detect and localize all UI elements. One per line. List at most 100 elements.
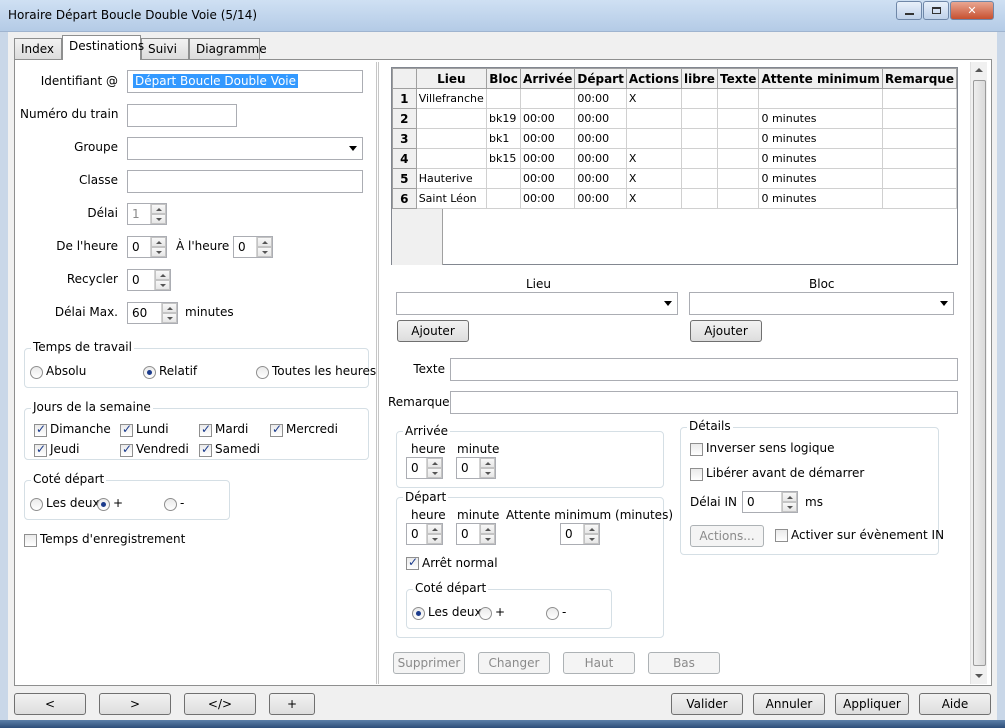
appliquer-button[interactable]: Appliquer bbox=[835, 693, 909, 715]
column-header[interactable]: Remarque bbox=[881, 68, 958, 89]
spin-down-icon[interactable] bbox=[162, 313, 177, 323]
cell-depart[interactable]: 00:00 bbox=[574, 108, 627, 129]
panel-splitter[interactable] bbox=[376, 62, 379, 684]
cell-libre[interactable] bbox=[681, 168, 718, 189]
checkbox-activer-evenement[interactable] bbox=[775, 529, 788, 542]
spin-down-icon[interactable] bbox=[427, 534, 442, 544]
cell-remarque[interactable] bbox=[881, 168, 958, 189]
close-button[interactable]: ✕ bbox=[950, 1, 994, 20]
vertical-scrollbar[interactable] bbox=[970, 62, 987, 684]
cell-texte[interactable] bbox=[716, 88, 760, 109]
arrivee-heure-spinner[interactable]: 0 bbox=[406, 457, 443, 479]
de-heure-spinner[interactable]: 0 bbox=[127, 236, 167, 258]
spin-down-icon[interactable] bbox=[584, 534, 599, 544]
cell-bloc[interactable] bbox=[486, 168, 522, 189]
row-number[interactable]: 3 bbox=[392, 128, 417, 149]
checkbox-jeudi[interactable] bbox=[34, 442, 47, 457]
checkbox-vendredi[interactable] bbox=[120, 442, 133, 457]
xml-button[interactable]: </> bbox=[184, 693, 256, 715]
depart-minute-spinner[interactable]: 0 bbox=[456, 523, 496, 545]
cell-attente[interactable]: 0 minutes bbox=[758, 168, 883, 189]
cell-depart[interactable]: 00:00 bbox=[574, 148, 627, 169]
classe-field[interactable] bbox=[127, 170, 363, 193]
cell-texte[interactable] bbox=[716, 128, 760, 149]
column-header[interactable]: Lieu bbox=[415, 68, 488, 89]
checkbox-mercredi[interactable] bbox=[270, 422, 283, 437]
row-number[interactable]: 4 bbox=[392, 148, 417, 169]
actions-button[interactable]: Actions... bbox=[690, 525, 764, 547]
recycler-spinner[interactable]: 0 bbox=[127, 269, 171, 291]
delai-max-spinner[interactable]: 60 bbox=[127, 302, 178, 324]
cell-attente[interactable] bbox=[758, 88, 883, 109]
cell-depart[interactable]: 00:00 bbox=[574, 188, 627, 209]
radio-toutes-heures[interactable] bbox=[256, 366, 269, 379]
remarque-field[interactable] bbox=[450, 391, 958, 414]
row-number[interactable]: 1 bbox=[392, 88, 417, 109]
spin-down-icon[interactable] bbox=[427, 468, 442, 478]
scroll-down-icon[interactable] bbox=[975, 674, 983, 678]
spin-down-icon[interactable] bbox=[155, 280, 170, 290]
cell-remarque[interactable] bbox=[881, 128, 958, 149]
radio-relatif[interactable] bbox=[143, 366, 156, 379]
numero-train-field[interactable] bbox=[127, 104, 237, 127]
cell-libre[interactable] bbox=[681, 88, 718, 109]
column-header[interactable]: Départ bbox=[574, 68, 627, 89]
cell-arrivee[interactable]: 00:00 bbox=[520, 108, 576, 129]
cell-remarque[interactable] bbox=[881, 88, 958, 109]
cell-remarque[interactable] bbox=[881, 188, 958, 209]
cell-arrivee[interactable]: 00:00 bbox=[520, 188, 576, 209]
spin-down-icon[interactable] bbox=[151, 214, 166, 224]
cell-lieu[interactable] bbox=[415, 148, 488, 169]
add-bloc-button[interactable]: Ajouter bbox=[690, 320, 762, 342]
cell-arrivee[interactable]: 00:00 bbox=[520, 148, 576, 169]
table-row[interactable]: 1 Villefranche 00:00 X bbox=[392, 88, 958, 109]
spin-up-icon[interactable] bbox=[480, 458, 495, 468]
cell-libre[interactable] bbox=[681, 148, 718, 169]
radio-les-deux[interactable] bbox=[30, 498, 43, 511]
lieu-dropdown[interactable] bbox=[396, 292, 678, 315]
cell-lieu[interactable]: Hauterive bbox=[415, 168, 488, 189]
row-number[interactable]: 2 bbox=[392, 108, 417, 129]
cell-bloc[interactable] bbox=[486, 88, 522, 109]
haut-button[interactable]: Haut bbox=[563, 652, 635, 674]
spin-up-icon[interactable] bbox=[480, 524, 495, 534]
previous-button[interactable]: < bbox=[14, 693, 86, 715]
cell-bloc[interactable]: bk15 bbox=[486, 148, 522, 169]
column-header[interactable]: Attente minimum bbox=[758, 68, 883, 89]
cell-libre[interactable] bbox=[681, 128, 718, 149]
cell-actions[interactable]: X bbox=[625, 188, 683, 209]
spin-down-icon[interactable] bbox=[480, 534, 495, 544]
checkbox-liberer-avant[interactable] bbox=[690, 468, 703, 481]
add-button[interactable]: + bbox=[269, 693, 315, 715]
tab-diagramme[interactable]: Diagramme bbox=[189, 38, 267, 59]
add-lieu-button[interactable]: Ajouter bbox=[397, 320, 469, 342]
bloc-dropdown[interactable] bbox=[689, 292, 954, 315]
spin-up-icon[interactable] bbox=[782, 492, 797, 502]
radio-absolu[interactable] bbox=[30, 366, 43, 379]
next-button[interactable]: > bbox=[99, 693, 171, 715]
checkbox-dimanche[interactable] bbox=[34, 422, 47, 437]
cell-attente[interactable]: 0 minutes bbox=[758, 188, 883, 209]
checkbox-lundi[interactable] bbox=[120, 422, 133, 437]
column-header[interactable]: Texte bbox=[716, 68, 760, 89]
changer-button[interactable]: Changer bbox=[478, 652, 550, 674]
cell-actions[interactable]: X bbox=[625, 88, 683, 109]
cell-attente[interactable]: 0 minutes bbox=[758, 148, 883, 169]
spin-up-icon[interactable] bbox=[427, 458, 442, 468]
tab-suivi[interactable]: Suivi bbox=[141, 38, 189, 59]
destinations-table[interactable]: Lieu Bloc Arrivée Départ Actions libre T… bbox=[391, 67, 958, 265]
column-header[interactable]: Actions bbox=[625, 68, 683, 89]
cell-depart[interactable]: 00:00 bbox=[574, 88, 627, 109]
checkbox-arret-normal[interactable] bbox=[406, 555, 419, 570]
cell-lieu[interactable]: Villefranche bbox=[415, 88, 488, 109]
table-row[interactable]: 6 Saint Léon 00:00 00:00 X 0 minutes bbox=[392, 188, 958, 209]
scroll-thumb[interactable] bbox=[973, 80, 986, 666]
cell-arrivee[interactable] bbox=[520, 88, 576, 109]
tab-index[interactable]: Index bbox=[14, 38, 62, 59]
row-number[interactable]: 5 bbox=[392, 168, 417, 189]
radio-plus[interactable] bbox=[97, 498, 110, 511]
cell-attente[interactable]: 0 minutes bbox=[758, 108, 883, 129]
checkbox-inverser-sens[interactable] bbox=[690, 443, 703, 456]
spin-down-icon[interactable] bbox=[782, 502, 797, 512]
attente-minimum-spinner[interactable]: 0 bbox=[560, 523, 600, 545]
